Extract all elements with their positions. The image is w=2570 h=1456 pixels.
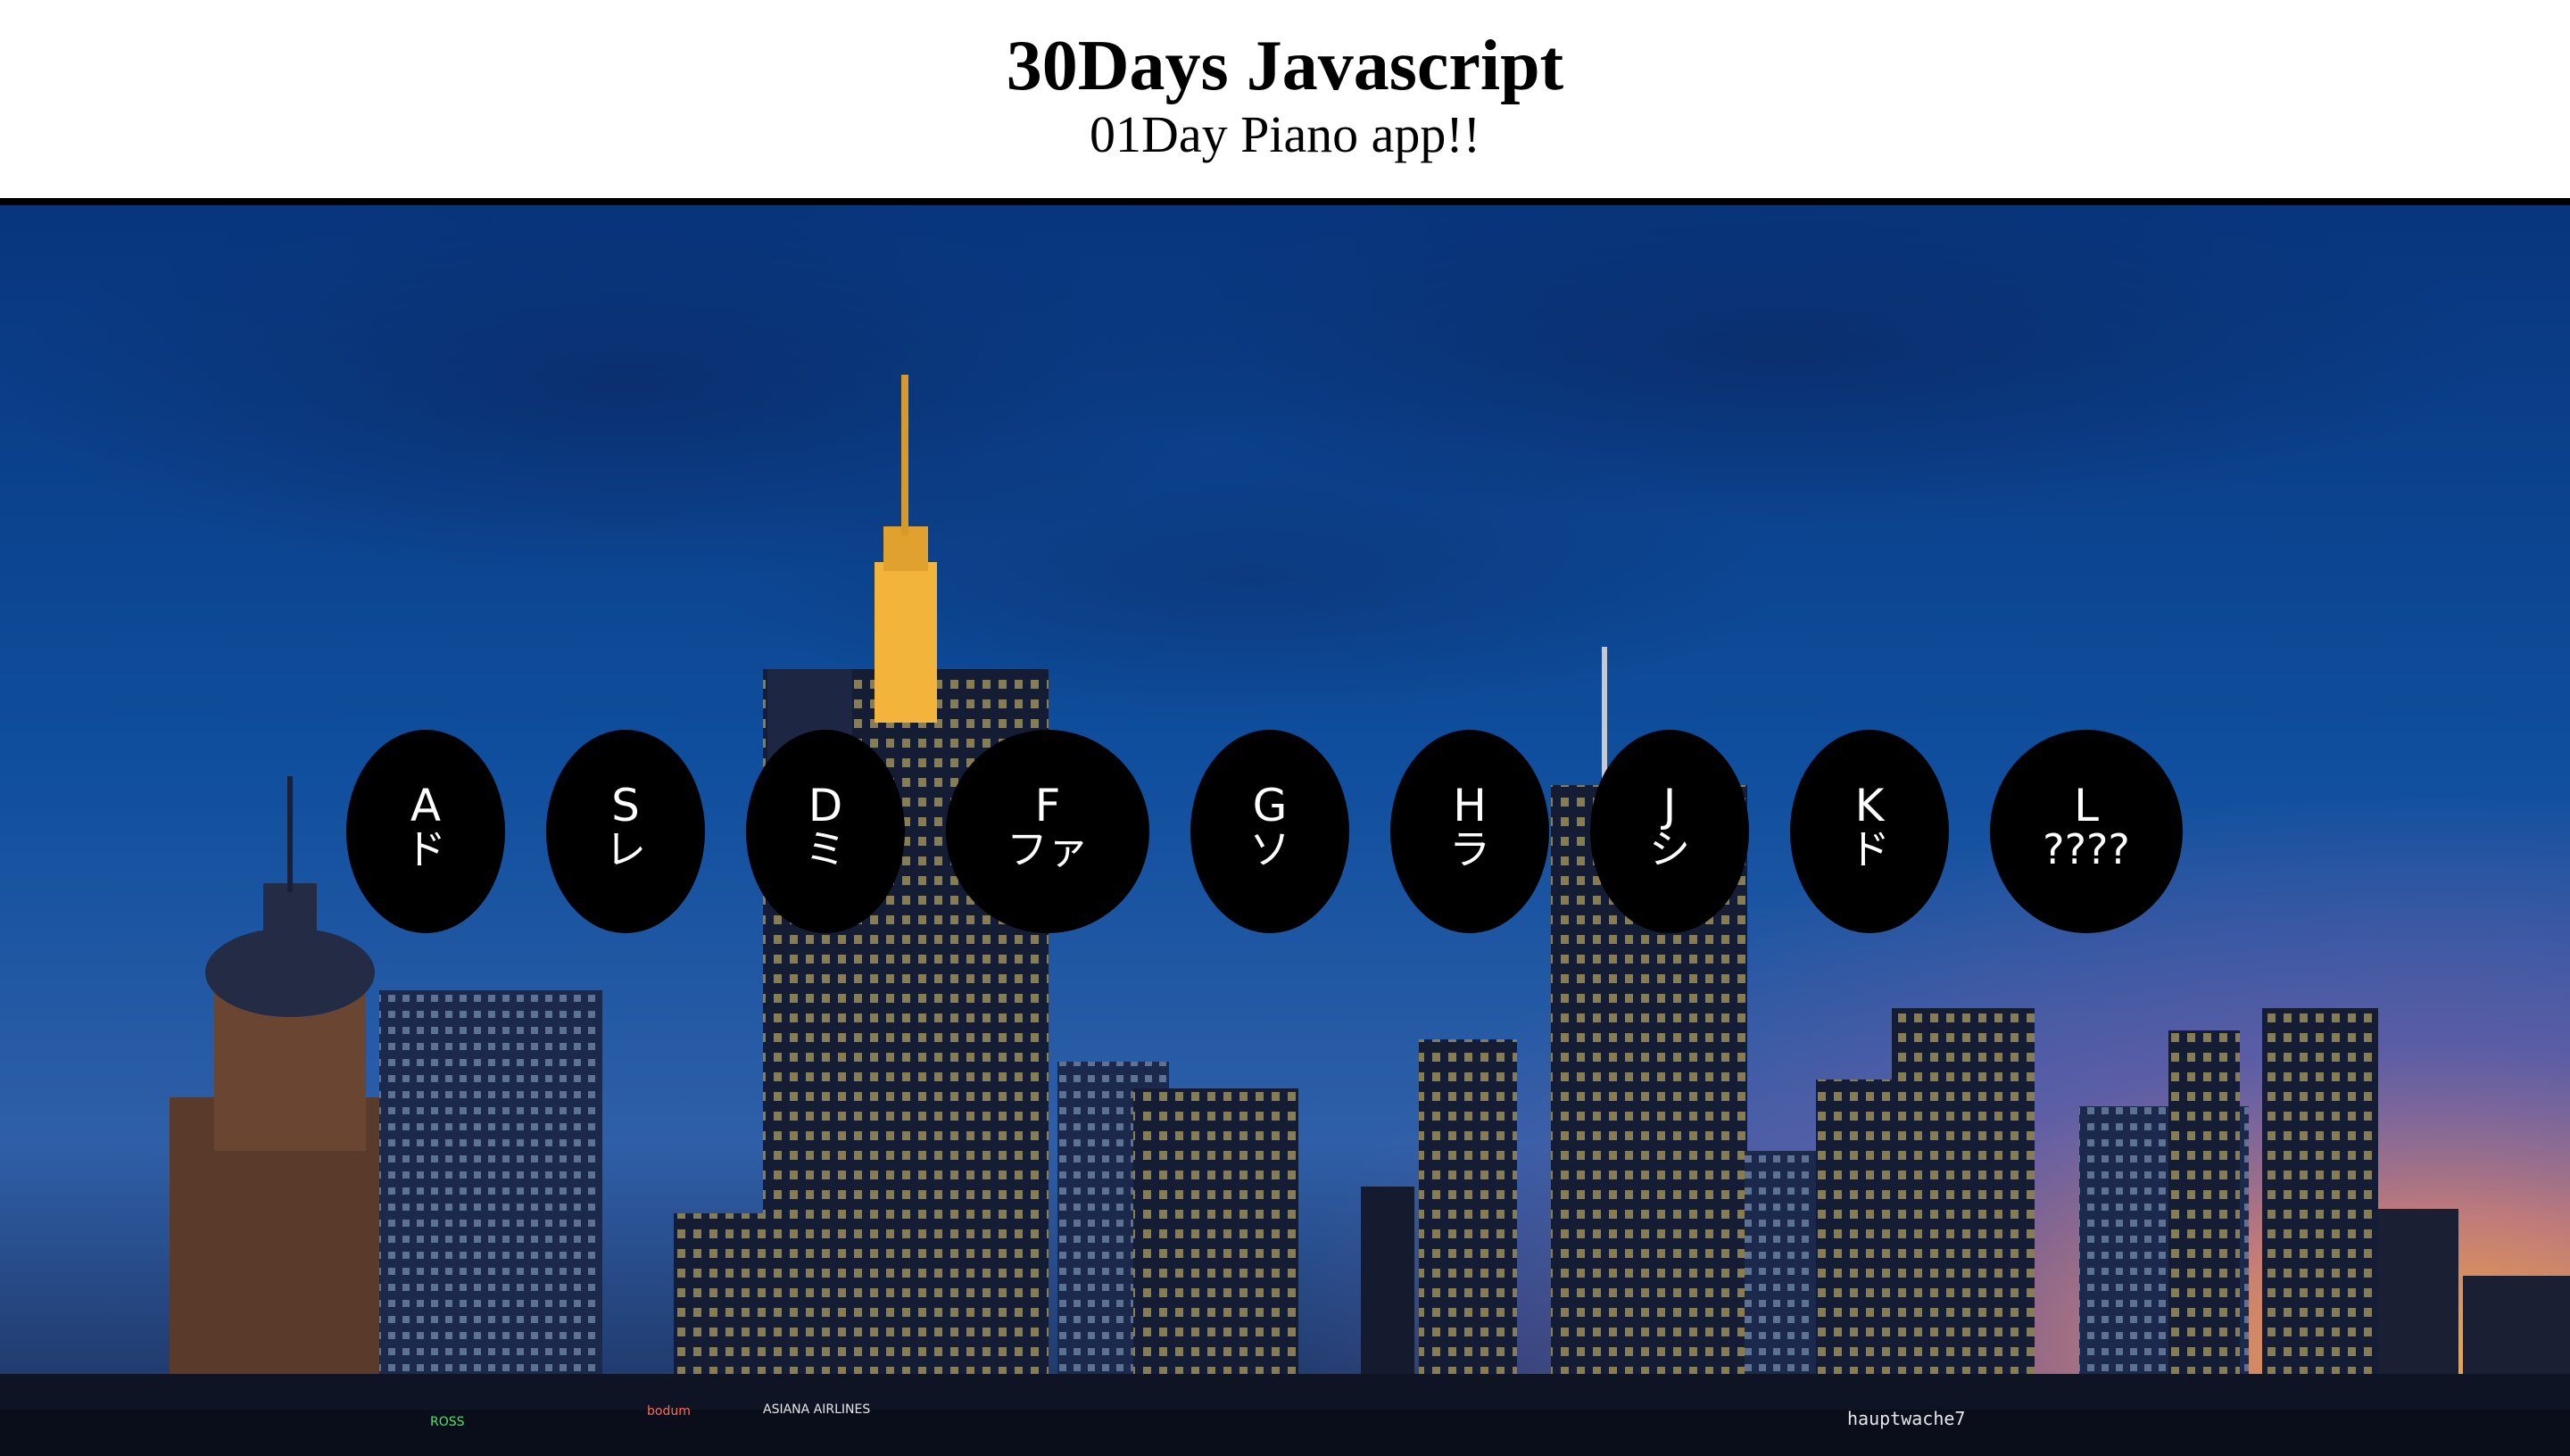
key-d[interactable]: D ミ xyxy=(746,730,905,933)
key-s[interactable]: S レ xyxy=(546,730,705,933)
page-subtitle: 01Day Piano app!! xyxy=(1089,105,1481,163)
key-h[interactable]: H ラ xyxy=(1390,730,1549,933)
key-letter: F xyxy=(1034,780,1061,831)
svg-text:hauptwache7: hauptwache7 xyxy=(1847,1408,1965,1429)
key-note: ソ xyxy=(1249,825,1290,873)
key-letter: G xyxy=(1252,780,1288,831)
key-note: ミ xyxy=(805,825,846,873)
key-letter: D xyxy=(808,780,843,831)
key-letter: J xyxy=(1662,780,1677,831)
key-letter: K xyxy=(1854,780,1885,831)
key-note: ファ xyxy=(1007,825,1089,873)
key-note: ???? xyxy=(2043,825,2130,873)
key-letter: L xyxy=(2074,780,2099,831)
key-note: ド xyxy=(405,825,446,873)
svg-text:ROSS: ROSS xyxy=(430,1415,465,1429)
page-header: 30Days Javascript 01Day Piano app!! xyxy=(0,0,2570,198)
svg-text:ASIANA AIRLINES: ASIANA AIRLINES xyxy=(763,1402,870,1417)
piano-keys: A ド S レ D ミ F ファ G ソ H ラ J シ K ド L ???? xyxy=(0,730,2570,935)
key-note: レ xyxy=(605,825,646,873)
svg-text:bodum: bodum xyxy=(647,1404,691,1419)
page-title: 30Days Javascript xyxy=(1006,27,1564,105)
key-l[interactable]: L ???? xyxy=(1990,730,2183,933)
key-f[interactable]: F ファ xyxy=(946,730,1149,933)
key-g[interactable]: G ソ xyxy=(1190,730,1349,933)
key-a[interactable]: A ド xyxy=(346,730,505,933)
key-letter: A xyxy=(410,780,442,831)
key-note: ラ xyxy=(1449,825,1490,873)
key-k[interactable]: K ド xyxy=(1790,730,1949,933)
key-letter: H xyxy=(1453,780,1487,831)
key-note: シ xyxy=(1649,825,1690,873)
key-letter: S xyxy=(611,780,640,831)
header-divider xyxy=(0,198,2570,205)
key-note: ド xyxy=(1849,825,1890,873)
key-j[interactable]: J シ xyxy=(1590,730,1749,933)
